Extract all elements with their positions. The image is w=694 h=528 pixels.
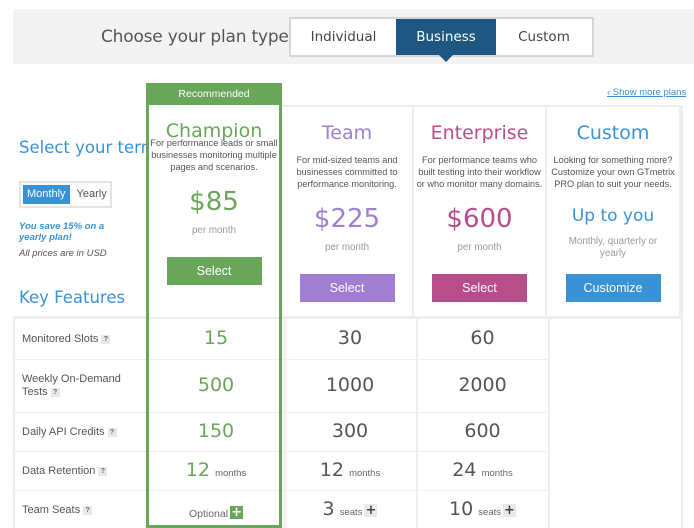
plan-period: Monthly, quarterly or yearly	[568, 236, 658, 259]
plan-period: per month	[457, 242, 502, 253]
team-value: 1000	[284, 374, 416, 396]
feature-label-text: Daily API Credits	[22, 426, 105, 438]
term-monthly-button[interactable]: Monthly	[23, 185, 70, 204]
select-team-button[interactable]: Select	[299, 274, 395, 302]
help-icon[interactable]: ?	[101, 334, 111, 344]
value-unit: months	[349, 468, 381, 479]
plan-type-individual[interactable]: Individual	[291, 19, 396, 55]
enterprise-value: 10 seats +	[416, 498, 549, 520]
plan-type-selector: Individual Business Custom	[289, 17, 594, 62]
plan-type-bar: Choose your plan type Individual Busines…	[13, 9, 694, 64]
add-seats-icon[interactable]: +	[364, 504, 378, 517]
yearly-savings-note: You save 15% on a yearly plan!	[19, 221, 105, 243]
plan-period: per month	[191, 225, 237, 236]
features-table: Monitored Slots? 15 30 60 Weekly On-Dema…	[13, 316, 681, 528]
help-icon[interactable]: ?	[98, 466, 108, 476]
plan-period: per month	[324, 242, 370, 253]
feature-row: Monitored Slots? 15 30 60	[15, 319, 550, 360]
plan-card-enterprise: Enterprise For performance teams who bui…	[414, 105, 547, 317]
team-value: 300	[284, 420, 416, 442]
feature-label-text: Monitored Slots	[22, 333, 99, 345]
plan-description: Looking for something more? Customize yo…	[551, 155, 675, 189]
help-icon[interactable]: ?	[83, 505, 93, 515]
add-seats-icon[interactable]: +	[503, 504, 516, 517]
plan-card-champion: Recommended Champion For performance lea…	[146, 83, 282, 528]
value-number: 12	[319, 459, 344, 481]
help-icon[interactable]: ?	[50, 387, 60, 397]
select-champion-button[interactable]: Select	[166, 257, 262, 285]
customize-button[interactable]: Customize	[565, 274, 661, 302]
plan-description: For mid-sized teams and businesses commi…	[296, 155, 398, 189]
plan-name: Champion	[165, 120, 263, 142]
plan-card-custom: Custom Looking for something more? Custo…	[547, 105, 681, 317]
value-number: 1000	[325, 374, 375, 396]
feature-label: Data Retention?	[22, 465, 137, 478]
plan-price: Up to you	[571, 206, 655, 226]
select-enterprise-button[interactable]: Select	[432, 274, 527, 302]
currency-note: All prices are in USD	[19, 248, 107, 259]
value-unit: months	[481, 468, 513, 479]
team-value: 30	[284, 327, 416, 349]
plan-name: Custom	[576, 122, 650, 144]
plan-price: $600	[446, 204, 513, 234]
value-unit: seats	[339, 507, 363, 518]
plan-price: $225	[313, 204, 381, 234]
plan-description: For performance leads or small businesse…	[150, 138, 278, 172]
recommended-badge: Recommended	[146, 83, 282, 105]
feature-label-text: Data Retention	[22, 465, 96, 477]
feature-row: Team Seats? Optional + 3 seats + 10 seats +	[15, 491, 550, 528]
feature-label-text: Team Seats	[22, 504, 81, 516]
plan-price: $85	[189, 187, 239, 217]
help-icon[interactable]: ?	[107, 427, 117, 437]
plan-type-business[interactable]: Business	[396, 19, 496, 62]
enterprise-value: 600	[416, 420, 549, 442]
team-value: 3 seats +	[284, 498, 416, 520]
show-more-plans-link[interactable]: ‹ Show more plans	[607, 87, 686, 98]
plan-type-custom[interactable]: Custom	[496, 19, 592, 55]
plan-description: For performance teams who built testing …	[416, 155, 543, 189]
plan-card-team: Team For mid-sized teams and businesses …	[282, 105, 414, 317]
key-features-heading: Key Features	[19, 288, 126, 307]
value-number: 600	[464, 420, 501, 442]
enterprise-value: 2000	[416, 374, 549, 396]
select-term-heading: Select your term	[19, 138, 157, 157]
value-number: 300	[331, 420, 369, 442]
value-number: 2000	[458, 374, 507, 396]
feature-label: Weekly On-Demand Tests?	[22, 373, 137, 399]
feature-label: Monitored Slots?	[22, 333, 137, 346]
term-yearly-button[interactable]: Yearly	[73, 185, 111, 204]
feature-row: Weekly On-Demand Tests? 500 1000 2000	[15, 360, 550, 413]
plan-name: Enterprise	[430, 122, 529, 144]
feature-row: Data Retention? 12 months 12 months 24 m…	[15, 452, 550, 491]
value-number: 24	[452, 459, 477, 481]
value-number: 10	[449, 498, 474, 520]
plan-type-title: Choose your plan type	[101, 27, 289, 47]
value-unit: seats	[478, 507, 501, 518]
champion-header: Champion For performance leads or small …	[149, 105, 279, 317]
term-toggle: Monthly Yearly	[19, 181, 112, 208]
feature-label: Team Seats?	[22, 504, 137, 517]
enterprise-value: 60	[416, 327, 549, 349]
table-right-border	[681, 105, 683, 528]
team-value: 12 months	[284, 459, 416, 481]
feature-row: Daily API Credits? 150 300 600	[15, 413, 550, 452]
value-number: 3	[322, 498, 335, 520]
plan-name: Team	[321, 122, 373, 144]
feature-label: Daily API Credits?	[22, 426, 137, 439]
feature-label-text: Weekly On-Demand Tests	[22, 373, 121, 398]
enterprise-value: 24 months	[416, 459, 549, 481]
value-number: 30	[337, 327, 363, 349]
value-number: 60	[470, 327, 495, 349]
